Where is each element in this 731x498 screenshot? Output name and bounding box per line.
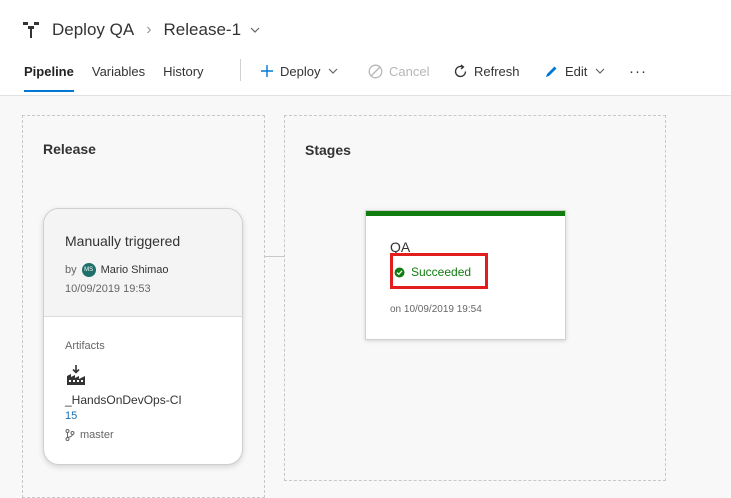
- success-check-icon: [394, 267, 405, 277]
- tab-pipeline[interactable]: Pipeline: [24, 56, 74, 92]
- trigger-user-name: Mario Shimao: [100, 264, 169, 276]
- stage-status-label: Succeeded: [411, 265, 472, 279]
- edit-button[interactable]: Edit: [544, 62, 605, 80]
- chevron-down-icon: [595, 68, 605, 74]
- artifact-version-link[interactable]: 15: [65, 410, 77, 422]
- tab-bar: Pipeline Variables History: [24, 56, 222, 94]
- refresh-icon: [454, 63, 467, 77]
- stage-date: on 10/09/2019 19:54: [390, 304, 482, 315]
- cancel-label: Cancel: [389, 63, 430, 79]
- chevron-down-icon[interactable]: [249, 24, 261, 36]
- more-actions-button[interactable]: ···: [629, 62, 647, 80]
- trigger-date: 10/09/2019 19:53: [65, 283, 151, 295]
- stage-card-qa[interactable]: QA Succeeded on 10/09/2019 19:54: [365, 210, 566, 340]
- top-bar: Deploy QA › Release-1 Pipeline Variables…: [0, 0, 731, 96]
- deploy-label: Deploy: [280, 63, 321, 79]
- release-name-selector[interactable]: Release-1: [164, 20, 242, 40]
- tab-variables[interactable]: Variables: [92, 56, 145, 92]
- stage-status[interactable]: Succeeded: [394, 265, 471, 279]
- release-trigger-card[interactable]: Manually triggered by MS Mario Shimao 10…: [43, 208, 243, 465]
- pipeline-name-link[interactable]: Deploy QA: [52, 20, 134, 40]
- trigger-section: Manually triggered by MS Mario Shimao 10…: [44, 209, 242, 317]
- trigger-author: by MS Mario Shimao: [65, 263, 168, 277]
- trigger-heading: Manually triggered: [65, 233, 181, 249]
- trigger-by-prefix: by: [65, 264, 77, 276]
- plus-icon: [261, 65, 273, 77]
- artifact-branch-name: master: [80, 429, 114, 441]
- branch-icon: [65, 429, 75, 441]
- chevron-down-icon: [329, 68, 338, 74]
- artifacts-label: Artifacts: [65, 340, 105, 352]
- breadcrumb-separator-icon: ›: [146, 21, 152, 38]
- release-panel-title: Release: [43, 141, 96, 157]
- build-artifact-icon: [67, 365, 85, 385]
- deploy-button[interactable]: Deploy: [260, 62, 338, 80]
- refresh-label: Refresh: [474, 63, 520, 79]
- pencil-icon: [546, 66, 557, 77]
- avatar: MS: [81, 263, 96, 277]
- release-pipeline-icon: [23, 22, 39, 38]
- toolbar-divider: [240, 59, 241, 81]
- breadcrumb: Deploy QA › Release-1: [22, 16, 261, 44]
- tab-history[interactable]: History: [163, 56, 203, 92]
- edit-label: Edit: [565, 63, 588, 79]
- stages-panel-title: Stages: [305, 142, 351, 158]
- cancel-button[interactable]: Cancel: [368, 62, 429, 80]
- artifact-branch: master: [65, 429, 114, 441]
- stage-status-bar: [366, 211, 565, 216]
- artifact-name[interactable]: _HandsOnDevOps-CI: [65, 393, 182, 407]
- refresh-button[interactable]: Refresh: [453, 62, 520, 80]
- cancel-icon: [368, 64, 383, 78]
